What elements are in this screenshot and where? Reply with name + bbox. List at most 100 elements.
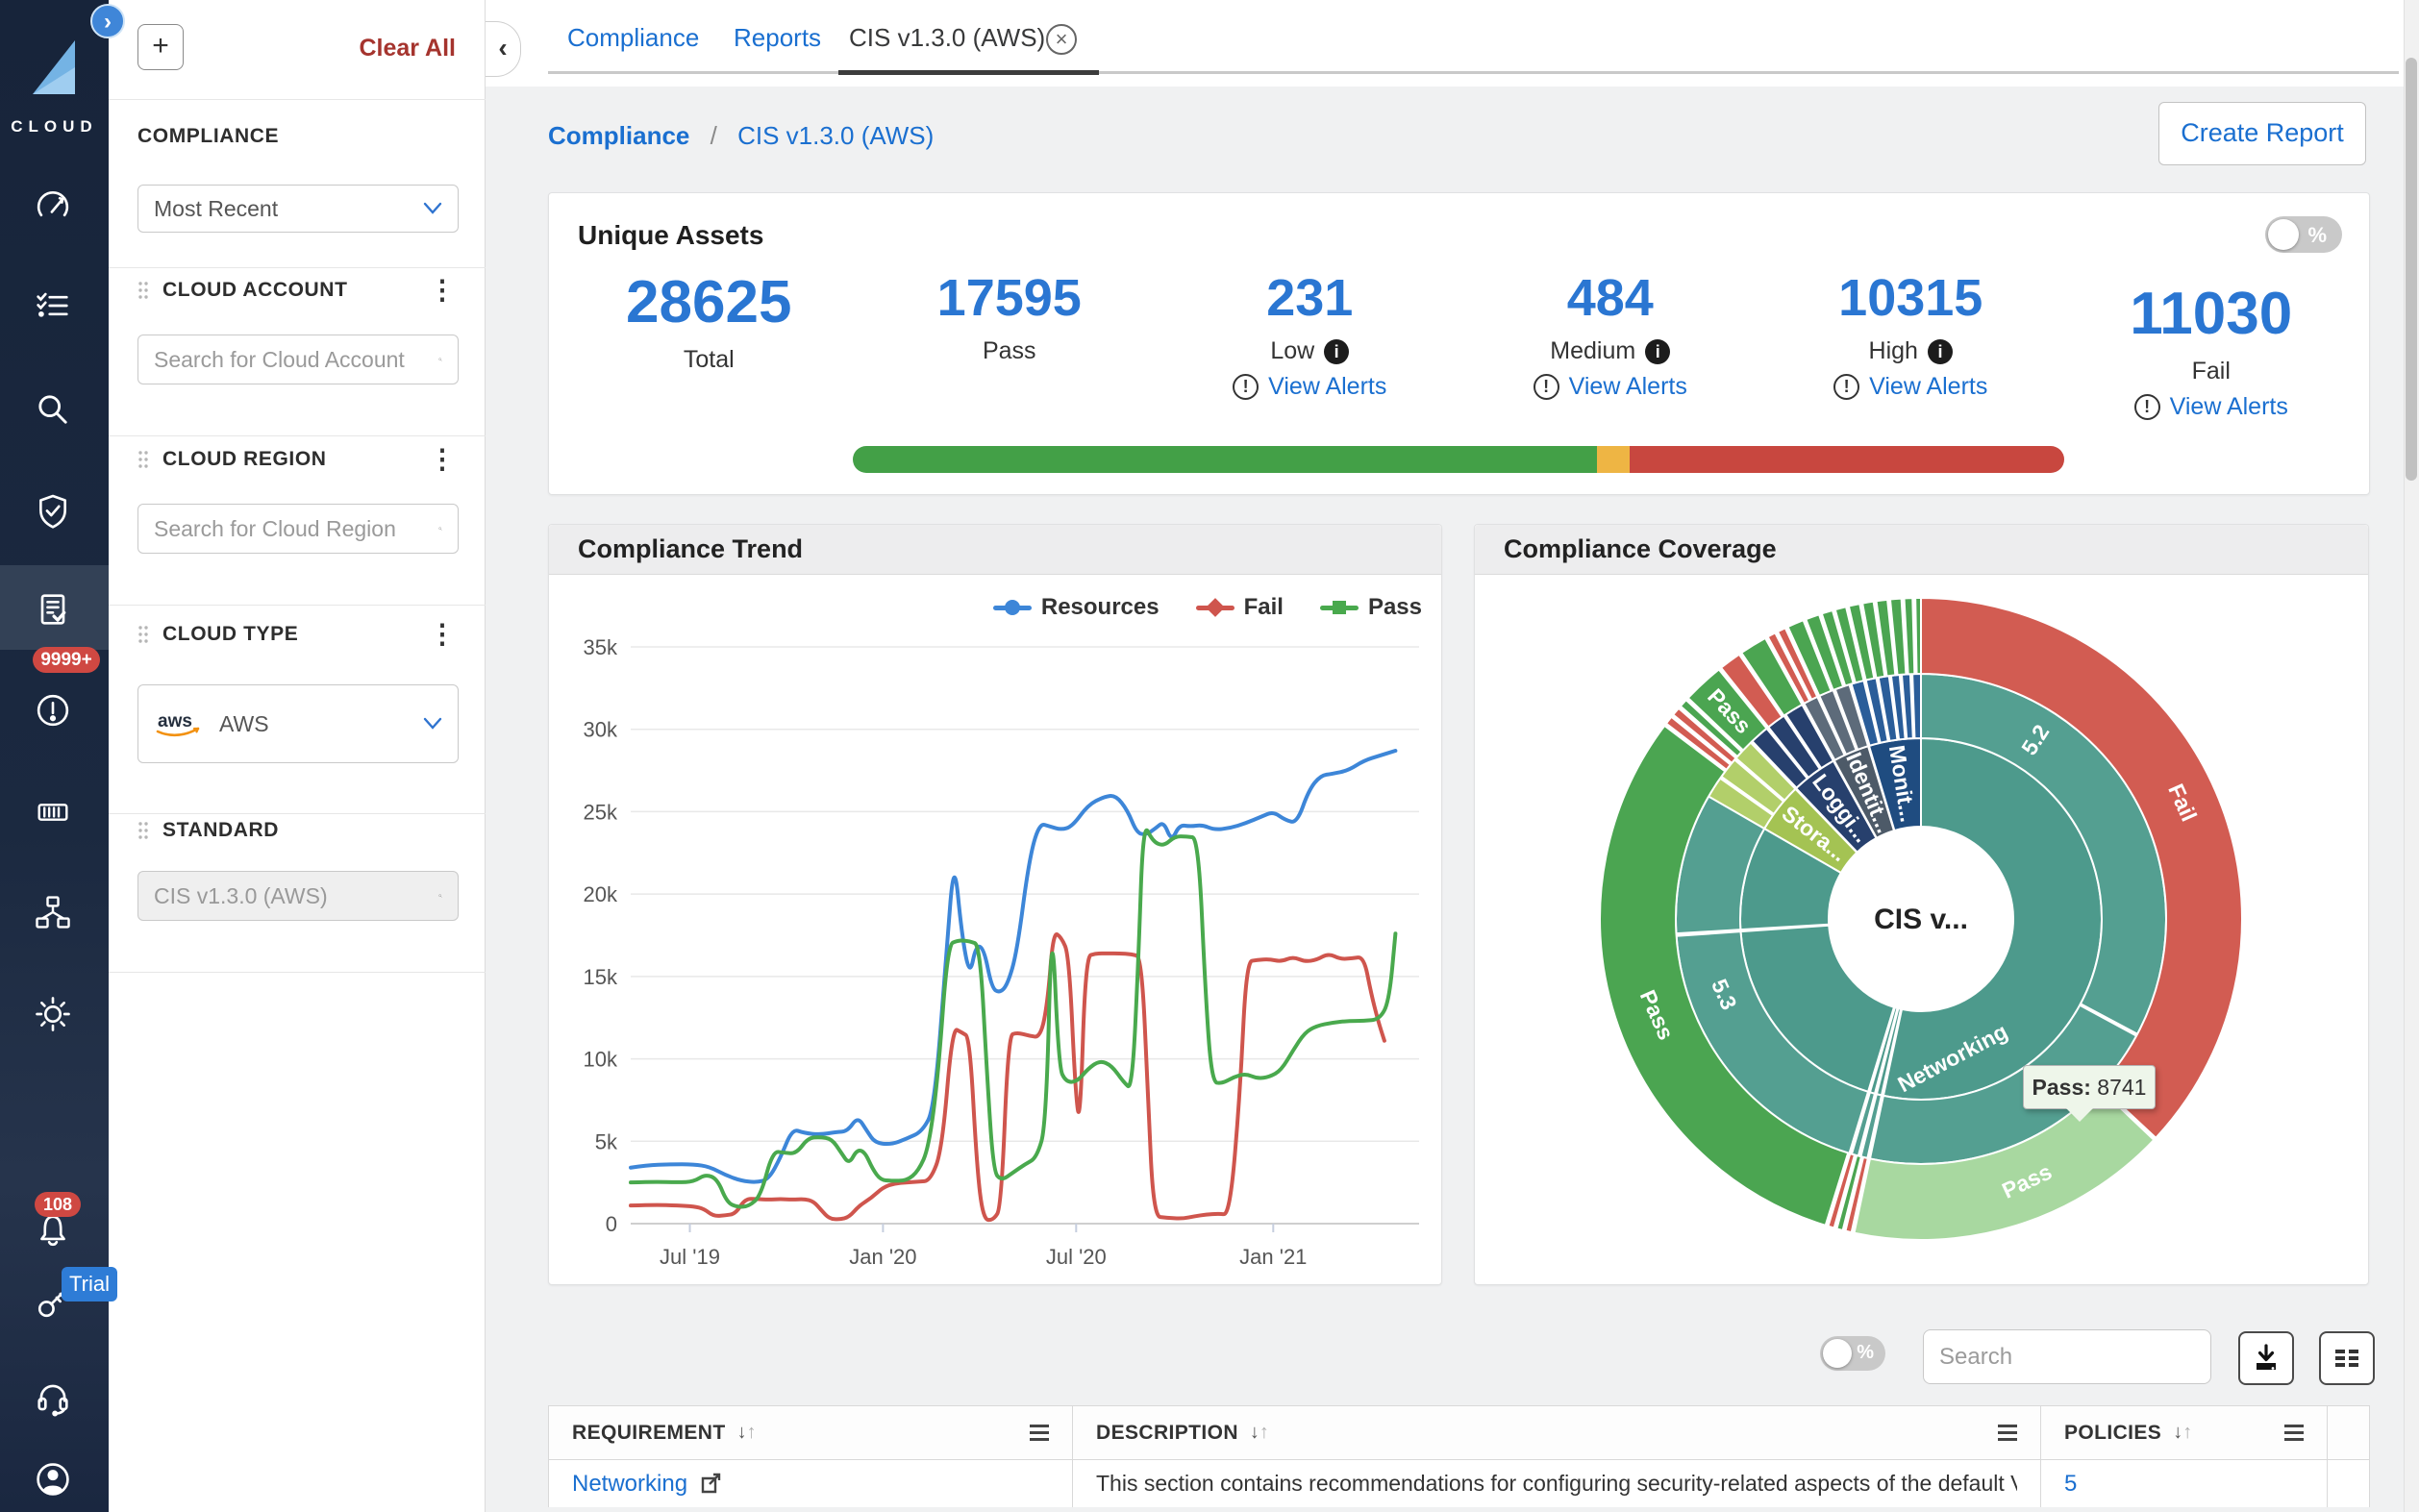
stat-high-value: 10315 [1760,268,2061,328]
close-tab-icon[interactable]: × [1046,24,1077,55]
header-description[interactable]: DESCRIPTION ↓↑ [1073,1406,2041,1459]
tab-compliance[interactable]: Compliance [567,23,699,53]
cloud-region-filter-label: CLOUD REGION [162,448,327,471]
info-icon[interactable]: i [1324,339,1349,364]
column-menu-icon[interactable] [1998,1421,2017,1445]
compliance-select[interactable]: Most Recent [137,185,459,233]
shield-check-icon[interactable] [32,490,74,533]
external-link-icon[interactable] [699,1472,724,1497]
coverage-sunburst-chart[interactable]: NetworkingStora...Loggi...Identit...Moni… [1475,575,2368,1284]
main-content: Compliance Reports CIS v1.3.0 (AWS) × ‹ … [486,0,2419,1512]
toggle-knob [2268,219,2299,250]
cloud-region-search[interactable] [137,504,459,554]
kebab-menu-icon[interactable]: ⋮ [429,281,456,300]
table-row[interactable]: Networking This section contains recomme… [549,1460,2369,1507]
stat-total: 28625 Total [559,268,860,421]
percent-symbol: % [2307,223,2327,248]
header-policies[interactable]: POLICIES ↓↑ [2041,1406,2328,1459]
table-view-button[interactable] [2319,1331,2375,1385]
drag-handle-icon[interactable] [137,625,149,644]
cloud-account-search[interactable] [137,335,459,384]
tooltip-label: Pass: [2032,1075,2091,1100]
support-headset-icon[interactable] [32,1376,74,1419]
policies-count-link[interactable]: 5 [2064,1471,2077,1498]
kebab-menu-icon[interactable]: ⋮ [429,450,456,469]
svg-text:15k: 15k [584,965,618,989]
tab-reports[interactable]: Reports [734,23,821,53]
view-alerts-link[interactable]: View Alerts [1268,373,1386,401]
tooltip-value: 8741 [2097,1075,2146,1100]
standard-filter-label: STANDARD [162,819,279,842]
header-requirement[interactable]: REQUIREMENT ↓↑ [549,1406,1073,1459]
svg-text:5k: 5k [595,1129,618,1153]
cloud-account-search-input[interactable] [154,347,438,373]
search-icon [438,348,442,371]
settings-gear-icon[interactable] [32,993,74,1035]
cloud-logo-icon[interactable] [25,35,83,112]
severity-bar-segment [1597,446,1630,473]
table-search[interactable] [1923,1329,2211,1384]
chevron-down-icon [423,717,442,731]
svg-text:Jan '20: Jan '20 [849,1245,916,1269]
alerts-icon[interactable] [32,689,74,731]
download-button[interactable] [2238,1331,2294,1385]
dashboard-icon[interactable] [32,186,74,228]
checklist-icon[interactable] [32,285,74,327]
containers-icon[interactable] [32,791,74,833]
add-filter-button[interactable]: + [137,24,184,70]
sort-icon[interactable]: ↓↑ [2173,1422,2192,1444]
tab-cis-v130-aws[interactable]: CIS v1.3.0 (AWS) [849,23,1045,53]
alert-circle-icon: ! [2134,394,2160,420]
cloud-region-search-input[interactable] [154,516,438,542]
info-icon[interactable]: i [1928,339,1953,364]
sort-icon[interactable]: ↓↑ [1250,1422,1269,1444]
kebab-menu-icon[interactable]: ⋮ [429,625,456,644]
sort-icon[interactable]: ↓↑ [737,1422,757,1444]
filter-section-standard: STANDARD [137,819,456,842]
table-header-row: REQUIREMENT ↓↑ DESCRIPTION ↓↑ POLICIES ↓… [549,1406,2369,1460]
percent-toggle[interactable]: % [2265,216,2342,253]
cloud-type-select[interactable]: aws AWS [137,684,459,763]
column-menu-icon[interactable] [2284,1421,2304,1445]
view-alerts-link[interactable]: View Alerts [1569,373,1687,401]
drag-handle-icon[interactable] [137,281,149,300]
columns-icon [2331,1342,2363,1375]
clear-all-button[interactable]: Clear All [359,35,456,62]
svg-text:Jul '19: Jul '19 [660,1245,720,1269]
stat-high-label: High [1869,337,1918,365]
filter-section-cloud-type: CLOUD TYPE ⋮ [137,623,456,646]
network-icon[interactable] [32,891,74,933]
expand-nav-badge[interactable]: › [90,4,125,38]
table-percent-toggle[interactable]: % [1820,1336,1885,1371]
create-report-button[interactable]: Create Report [2158,102,2366,165]
svg-text:Jan '21: Jan '21 [1239,1245,1307,1269]
divider [109,267,486,268]
breadcrumb-compliance[interactable]: Compliance [548,121,689,150]
breadcrumb-current[interactable]: CIS v1.3.0 (AWS) [737,121,934,150]
cell-extra [2328,1460,2374,1507]
percent-symbol: % [1857,1342,1874,1364]
drag-handle-icon[interactable] [137,450,149,469]
view-alerts-link[interactable]: View Alerts [2170,393,2288,421]
compliance-report-icon[interactable] [32,588,74,631]
column-menu-icon[interactable] [1030,1421,1049,1445]
divider [109,813,486,814]
cloud-account-filter-label: CLOUD ACCOUNT [162,279,348,302]
user-profile-icon[interactable] [32,1458,74,1500]
table-search-input[interactable] [1939,1344,2237,1371]
cell-policies: 5 [2041,1460,2328,1507]
notifications-count-badge: 108 [35,1192,81,1217]
stat-medium-value: 484 [1460,268,1761,328]
alerts-count-badge: 9999+ [33,647,100,673]
alert-circle-icon: ! [1833,374,1859,400]
trend-line-chart[interactable]: 05k10k15k20k25k30k35kJul '19Jan '20Jul '… [549,575,1441,1284]
scrollbar-thumb[interactable] [2406,58,2417,481]
drag-handle-icon[interactable] [137,821,149,840]
requirement-link[interactable]: Networking [572,1471,687,1498]
view-alerts-link[interactable]: View Alerts [1869,373,1987,401]
severity-distribution-bar [853,446,2064,473]
info-icon[interactable]: i [1645,339,1670,364]
page-scrollbar[interactable] [2404,0,2419,1512]
search-nav-icon[interactable] [32,388,74,431]
chevron-down-icon [423,202,442,215]
